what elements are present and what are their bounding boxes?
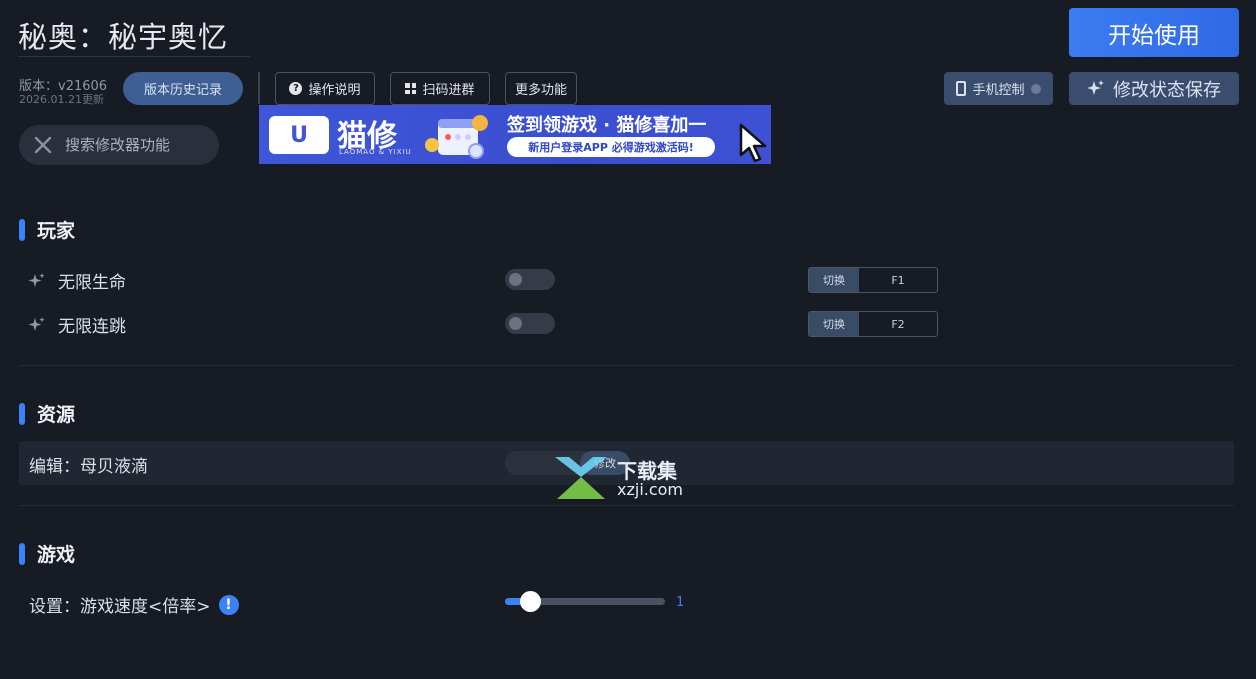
help-button-label: 操作说明 [308,83,361,98]
section-game-header: 游戏 [19,540,75,567]
cheat-row-infinite-health: 无限生命 [28,268,126,293]
help-button[interactable]: ? 操作说明 [275,72,375,105]
qr-code-icon [405,83,417,94]
toggle-knob [509,273,522,286]
hotkey-infinite-jump[interactable]: 切换 F2 [808,311,938,337]
cursor-icon [739,123,767,163]
toggle-infinite-jump[interactable] [505,313,555,334]
phone-control-label: 手机控制 [972,83,1025,98]
hotkey-action: 切换 [809,268,859,292]
toggle-knob [509,317,522,330]
section-marker [19,402,25,425]
qr-group-label: 扫码进群 [422,83,475,98]
banner-logo-icon: U [269,116,329,154]
ad-banner[interactable]: U 猫修 LAOMAO & YIXIU 签到领游戏 · 猫修喜加一 新用户登录A… [259,105,771,164]
app-title: 秘奥：秘宇奥忆 [18,20,229,54]
search-box[interactable] [19,125,219,165]
section-marker [19,542,25,565]
section-game-title: 游戏 [37,544,76,566]
section-divider [19,505,1234,506]
version-history-button[interactable]: 版本历史记录 [123,72,243,105]
tools-icon [34,136,52,154]
version-date: 2026.01.21更新 [19,93,104,106]
section-marker [19,218,25,241]
section-resources-header: 资源 [19,400,75,427]
game-speed-row: 设置：游戏速度<倍率> ! [29,592,239,617]
cheat-row-infinite-jump: 无限连跳 [28,312,126,337]
sparkle-icon [1087,79,1104,95]
title-underline [18,56,250,57]
question-icon: ? [289,82,303,95]
sparkle-icon [28,272,45,287]
save-state-button[interactable]: 修改状态保存 [1069,72,1239,105]
speed-slider-handle[interactable] [520,591,541,612]
section-divider [19,365,1234,366]
speed-value: 1 [676,595,685,610]
toolbar-divider [258,72,260,104]
calendar-illustration-icon [425,115,488,159]
section-resources-title: 资源 [37,404,76,426]
info-icon[interactable]: ! [218,594,239,615]
qr-group-button[interactable]: 扫码进群 [390,72,490,105]
sparkle-icon [28,316,45,331]
hotkey-action: 切换 [809,312,859,336]
hotkey-key: F2 [891,317,905,331]
search-input[interactable] [65,136,205,154]
banner-brand-sub: LAOMAO & YIXIU [339,148,412,156]
section-player-title: 玩家 [37,220,76,242]
save-state-label: 修改状态保存 [1113,79,1221,101]
banner-headline: 签到领游戏 · 猫修喜加一 [507,115,707,136]
section-player-header: 玩家 [19,216,75,243]
banner-pill: 新用户登录APP 必得游戏激活码! [507,137,715,157]
cheat-label: 无限生命 [58,273,126,293]
game-speed-label: 设置：游戏速度<倍率> [29,597,211,617]
phone-icon [956,81,967,96]
hotkey-key: F1 [891,273,905,287]
cheat-label: 无限连跳 [58,317,126,337]
resource-label: 编辑：母贝液滴 [29,457,148,477]
more-features-label: 更多功能 [514,83,567,98]
start-button[interactable]: 开始使用 [1069,8,1239,57]
arrow-circle-icon [1030,83,1041,94]
phone-control-button[interactable]: 手机控制 [944,72,1053,105]
hotkey-infinite-health[interactable]: 切换 F1 [808,267,938,293]
more-features-button[interactable]: 更多功能 [505,72,577,105]
watermark-url: xzji.com [617,480,684,499]
toggle-infinite-health[interactable] [505,269,555,290]
